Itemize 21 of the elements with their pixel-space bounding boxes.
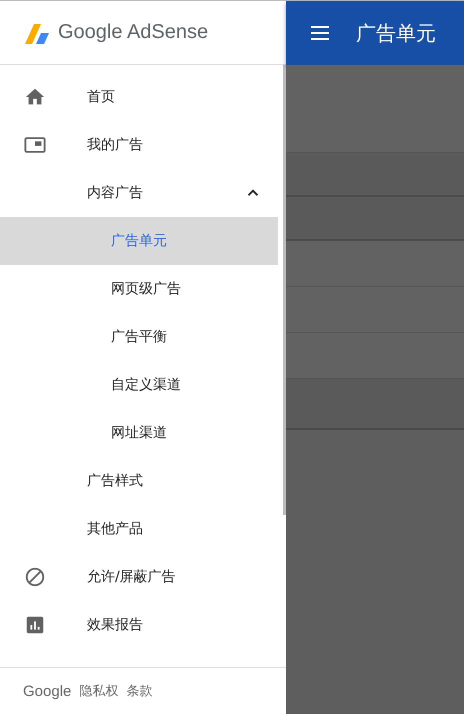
nav-subitem[interactable]: 网址渠道: [0, 409, 278, 457]
footer-link[interactable]: 隐私权: [79, 682, 118, 700]
ad-frame-icon: [24, 134, 46, 156]
nav-subitem[interactable]: 网页级广告: [0, 265, 278, 313]
nav-subitem[interactable]: 广告平衡: [0, 313, 278, 361]
nav-subitem[interactable]: 自定义渠道: [0, 361, 278, 409]
footer-brand: Google: [23, 682, 72, 700]
nav-item[interactable]: 其他产品: [0, 505, 278, 553]
nav-item[interactable]: 允许/屏蔽广告: [0, 553, 278, 601]
nav-item[interactable]: 内容广告: [0, 169, 278, 217]
nav-item[interactable]: 效果报告: [0, 601, 278, 649]
nav-item[interactable]: 广告样式: [0, 457, 278, 505]
scrollbar[interactable]: [283, 65, 286, 515]
nav-item[interactable]: 我的广告: [0, 121, 278, 169]
nav-subitem[interactable]: 广告单元: [0, 217, 278, 265]
footer-link[interactable]: 条款: [126, 682, 152, 700]
bar-chart-icon: [24, 614, 46, 636]
nav-item[interactable]: 首页: [0, 73, 278, 121]
logo-text: Google AdSense: [58, 21, 208, 44]
page-title: 广告单元: [356, 20, 436, 46]
block-icon: [24, 566, 46, 588]
